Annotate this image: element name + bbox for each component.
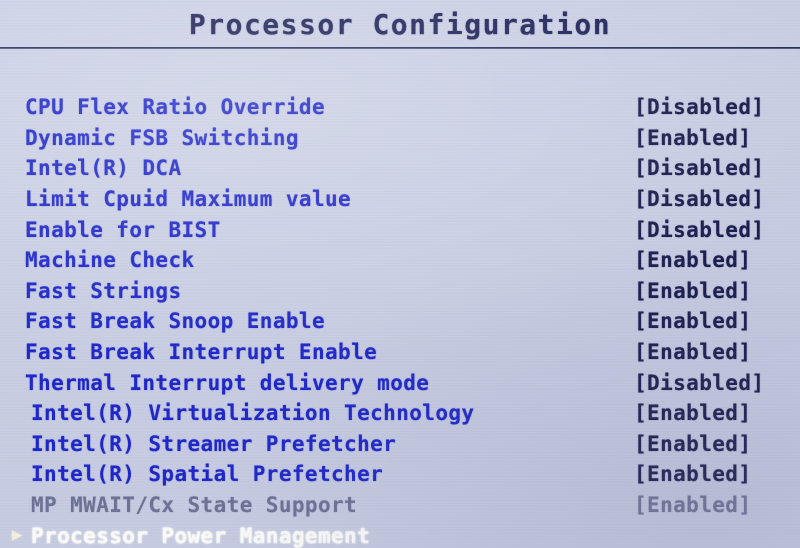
menu-item-label: Enable for BIST (25, 217, 221, 242)
settings-menu: CPU Flex Ratio Override [Disabled] Dynamic… (0, 92, 800, 548)
menu-item-label: Intel(R) Spatial Prefetcher (31, 462, 384, 487)
menu-row[interactable]: Enable for BIST [Disabled] (0, 214, 800, 245)
menu-item-label: Thermal Interrupt delivery mode (25, 370, 430, 395)
menu-item-label: Limit Cpuid Maximum value (25, 187, 352, 212)
menu-item-label: Dynamic FSB Switching (25, 125, 299, 150)
menu-item-label: MP MWAIT/Cx State Support (31, 493, 358, 518)
menu-row[interactable]: MP MWAIT/Cx State Support [Enabled] (0, 490, 800, 521)
submenu-arrow-icon: ▶ (11, 525, 23, 546)
menu-item-label: Intel(R) Streamer Prefetcher (31, 431, 397, 456)
menu-row[interactable]: Thermal Interrupt delivery mode [Disabled… (0, 367, 800, 398)
menu-item-label: Intel(R) DCA (25, 156, 182, 181)
menu-item-value[interactable]: [Enabled] (634, 493, 751, 517)
menu-item-value[interactable]: [Enabled] (634, 401, 751, 425)
menu-row[interactable]: ▶ Processor Power Management (0, 520, 800, 548)
menu-row[interactable]: Intel(R) Virtualization Technology [Enabl… (0, 398, 800, 429)
screen-title-bar: Processor Configuration (0, 0, 800, 48)
menu-row[interactable]: Limit Cpuid Maximum value [Disabled] (0, 184, 800, 215)
menu-item-value[interactable]: [Enabled] (634, 340, 751, 364)
menu-row[interactable]: Intel(R) DCA [Disabled] (0, 153, 800, 184)
menu-item-value[interactable]: [Disabled] (634, 95, 764, 119)
menu-row[interactable]: Machine Check [Enabled] (0, 245, 800, 276)
menu-item-label: Fast Break Snoop Enable (25, 309, 325, 334)
menu-item-label: Processor Power Management (31, 523, 371, 548)
menu-item-value[interactable]: [Enabled] (634, 462, 751, 486)
menu-item-label: Intel(R) Virtualization Technology (31, 401, 475, 426)
title-divider (0, 47, 800, 49)
menu-item-value[interactable]: [Disabled] (634, 218, 764, 242)
menu-item-value[interactable]: [Disabled] (634, 371, 764, 395)
menu-row[interactable]: Fast Strings [Enabled] (0, 276, 800, 307)
menu-row[interactable]: Fast Break Interrupt Enable [Enabled] (0, 337, 800, 368)
menu-row[interactable]: CPU Flex Ratio Override [Disabled] (0, 92, 800, 123)
menu-item-label: Fast Break Interrupt Enable (25, 340, 378, 365)
page-title: Processor Configuration (188, 7, 612, 41)
bios-setup-screen: Processor Configuration CPU Flex Ratio O… (0, 0, 800, 548)
menu-item-value[interactable]: [Enabled] (634, 126, 751, 150)
menu-item-value[interactable]: [Disabled] (634, 156, 764, 180)
menu-item-label: Fast Strings (25, 278, 182, 303)
menu-row[interactable]: Fast Break Snoop Enable [Enabled] (0, 306, 800, 337)
menu-item-value[interactable]: [Enabled] (634, 432, 751, 456)
menu-item-label: CPU Flex Ratio Override (25, 95, 325, 120)
menu-row[interactable]: Intel(R) Spatial Prefetcher [Enabled] (0, 459, 800, 490)
menu-item-label: Machine Check (25, 248, 195, 273)
menu-item-value[interactable]: [Disabled] (634, 187, 764, 211)
menu-row[interactable]: Dynamic FSB Switching [Enabled] (0, 123, 800, 154)
menu-item-value[interactable]: [Enabled] (634, 248, 751, 272)
menu-item-value[interactable]: [Enabled] (634, 279, 751, 303)
menu-row[interactable]: Intel(R) Streamer Prefetcher [Enabled] (0, 429, 800, 460)
menu-item-value[interactable]: [Enabled] (634, 309, 751, 333)
